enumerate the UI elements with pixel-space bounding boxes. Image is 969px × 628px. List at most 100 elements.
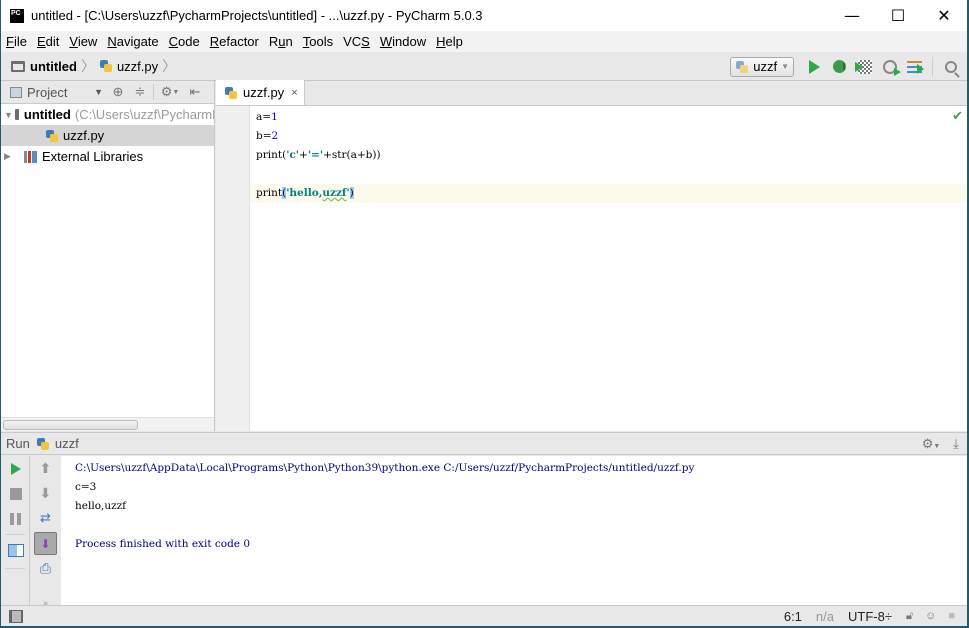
library-icon [24,150,37,163]
breadcrumb-separator: 〉 [80,58,95,74]
breadcrumb-file[interactable]: uzzf.py [117,59,158,74]
up-stack-button[interactable]: ⬆ [31,456,60,481]
python-icon [36,437,50,451]
rerun-button[interactable] [1,456,30,481]
menu-item[interactable]: Window [380,34,426,49]
breadcrumb-separator: 〉 [162,58,177,74]
coverage-icon [854,59,872,74]
run-configuration-label: uzzf [753,59,778,74]
toggle-tool-windows-icon[interactable] [9,609,23,623]
run-panel-header: Run uzzf ⚙▼ ⤓ [1,432,967,455]
debug-icon [833,60,846,73]
minimize-button[interactable]: — [829,0,875,31]
scroll-from-source-icon[interactable]: ⊕ [107,81,129,103]
line-separator[interactable]: n/a [816,609,834,624]
tab-uzzf-py[interactable]: uzzf.py × [216,80,305,105]
inspection-ok-icon[interactable]: ✔ [952,109,963,124]
code-line: a=1 [256,111,278,123]
profile-icon [882,59,901,76]
tree-item-project-root[interactable]: ▼ untitled (C:\Users\uzzf\PycharmProject… [1,104,214,125]
run-console[interactable]: C:\Users\uzzf\AppData\Local\Programs\Pyt… [61,456,967,605]
scroll-to-end-button[interactable]: ⬇ [31,531,60,556]
hide-panel-icon[interactable]: ⤓ [945,436,967,452]
collapse-all-icon[interactable]: ≑ [129,81,151,103]
tab-label: uzzf.py [243,85,285,100]
run-config-name: uzzf [54,436,79,451]
project-view-select[interactable]: Project ▼ [1,81,107,103]
menu-item[interactable]: Code [169,34,200,49]
breadcrumb: untitled 〉 uzzf.py 〉 [11,56,180,76]
cursor-position[interactable]: 6:1 [784,609,802,624]
menu-bar: File Edit View Navigate Code Refactor Run Tools… [1,31,967,52]
status-bar: 6:1 n/a UTF-8÷ 🔓︎ ☺ ■ [1,605,967,626]
print-icon: ⎙ [39,560,52,577]
pause-icon [10,512,21,525]
gear-icon[interactable]: ⚙▼ [917,436,945,452]
search-icon [944,60,957,73]
concurrency-button[interactable] [902,56,927,78]
divider [153,84,154,100]
menu-item[interactable]: View [69,34,97,49]
stop-button[interactable] [1,481,30,506]
expand-arrow-icon[interactable]: ▼ [4,110,13,120]
inspector-icon[interactable]: ☺ [925,610,936,622]
code-line-current: print('hello,uzzf') [250,184,967,203]
code-line: print('c'+'='+str(a+b)) [256,149,381,161]
horizontal-scrollbar[interactable] [3,420,138,430]
tree-item-label: External Libraries [42,149,144,164]
menu-item[interactable]: Edit [37,34,59,49]
tree-item-external-libraries[interactable]: ▶ External Libraries [1,146,214,167]
close-button[interactable]: ✕ [921,0,967,31]
event-log-icon[interactable]: ■ [948,610,955,622]
profile-button[interactable] [877,56,902,78]
editor: uzzf.py × a=1 b=2 print('c'+'='+str(a+b)… [216,80,967,431]
breadcrumb-project[interactable]: untitled [30,59,77,74]
menu-item[interactable]: Tools [303,34,333,49]
restore-layout-button[interactable] [1,538,30,563]
print-button[interactable]: ⎙ [31,556,60,581]
menu-item[interactable]: Help [436,34,463,49]
search-button[interactable] [938,56,963,78]
python-file-icon [224,86,238,100]
editor-gutter [216,106,250,431]
pause-button[interactable] [1,506,30,531]
coverage-button[interactable] [852,56,877,78]
soft-wrap-button[interactable]: ⇄ [31,506,60,531]
python-file-icon [99,59,113,73]
code-area[interactable]: a=1 b=2 print('c'+'='+str(a+b)) print('h… [250,106,967,431]
run-button[interactable] [802,56,827,78]
run-configuration-select[interactable]: uzzf ▼ [730,56,794,77]
file-encoding[interactable]: UTF-8÷ [848,609,892,624]
menu-item[interactable]: Refactor [210,34,259,49]
toolbar-divider [932,56,933,77]
tree-item-file[interactable]: uzzf.py [1,125,214,146]
menu-item[interactable]: Run [269,34,293,49]
menu-item[interactable]: Navigate [107,34,158,49]
expand-arrow-icon[interactable]: ▶ [4,151,18,162]
python-file-icon [45,129,59,143]
project-panel-header: Project ▼ ⊕ ≑ ⚙ ▼ ⇤ [1,81,214,104]
menu-item[interactable]: File [6,34,27,49]
console-output-line: c=3 [75,481,97,493]
close-tab-icon[interactable]: × [291,87,297,99]
pycharm-window: PC untitled - [C:\Users\uzzf\PycharmProj… [1,0,967,626]
folder-icon [11,60,25,72]
lock-icon[interactable]: 🔓︎ [906,610,913,623]
tree-item-label: uzzf.py [63,128,105,143]
down-stack-button[interactable]: ⬇ [31,481,60,506]
soft-wrap-icon: ⇄ [40,511,51,526]
tree-item-path: (C:\Users\uzzf\PycharmProjects\untitled) [74,107,214,122]
console-output-line: hello,uzzf [75,500,127,512]
tree-item-label: untitled [23,107,71,122]
arrow-down-icon: ⬇ [39,485,52,502]
project-tab-label: Project [27,84,68,100]
debug-button[interactable] [827,56,852,78]
folder-icon [14,109,19,120]
gear-icon[interactable]: ⚙▼ [156,81,184,103]
menu-item[interactable]: VCS [343,34,370,49]
hide-panel-icon[interactable]: ⇤ [184,81,206,103]
maximize-button[interactable]: ☐ [875,0,921,31]
editor-tabs: uzzf.py × [216,80,967,106]
